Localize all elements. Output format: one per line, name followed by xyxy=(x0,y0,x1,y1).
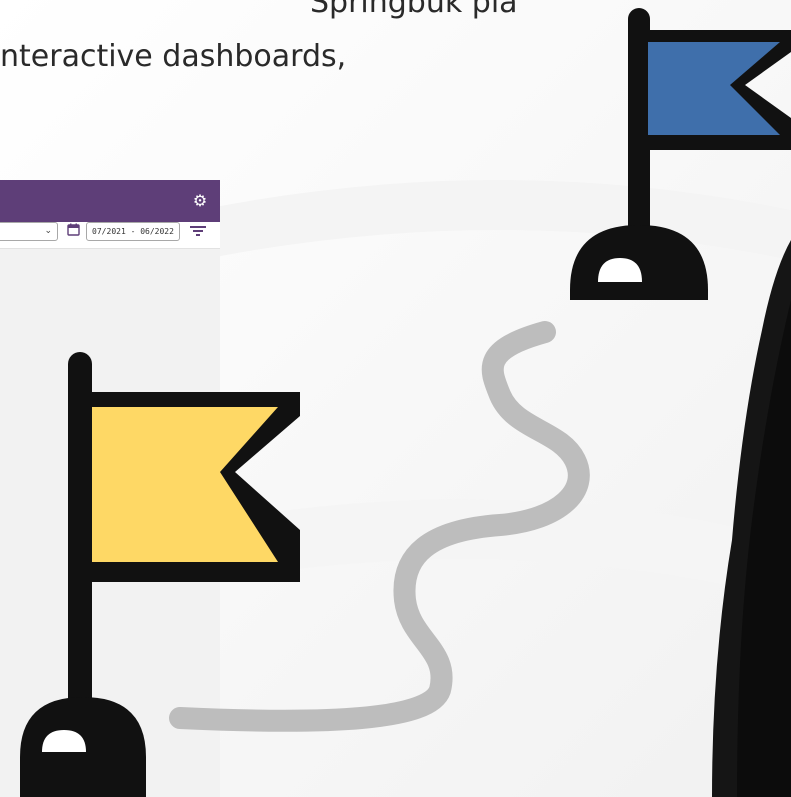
yellow-flag-icon xyxy=(20,352,300,797)
person-silhouette xyxy=(712,240,791,797)
